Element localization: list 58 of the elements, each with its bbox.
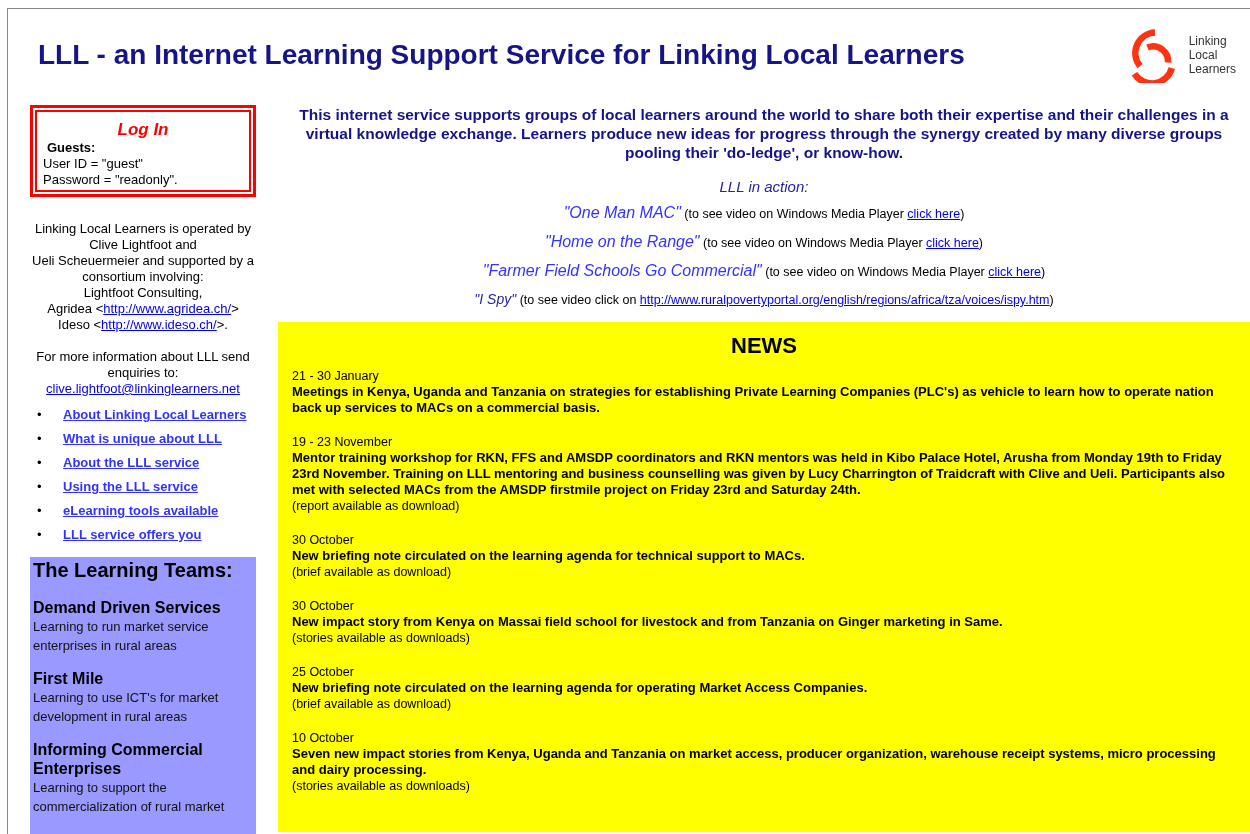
logo-text: Linking Local Learners xyxy=(1188,34,1236,76)
website-link[interactable]: http://www.ideso.ch/ xyxy=(101,317,217,332)
news-headline: New briefing note circulated on the learning agenda for technical support to MACs. xyxy=(292,548,806,564)
news-headline: New briefing note circulated on the learning agenda for operating Market Access Companies. xyxy=(292,680,869,696)
video-link[interactable]: click here xyxy=(907,207,961,221)
bullet: • xyxy=(37,431,43,447)
nav-link[interactable]: About the LLL service xyxy=(63,455,200,471)
video-entry: "Home on the Range" (to see video on Windows Media Player click here) xyxy=(544,232,984,252)
bullet: • xyxy=(37,407,43,423)
login-title[interactable]: Log In xyxy=(43,122,243,138)
team-name: Informing Commercial Enterprises xyxy=(33,740,204,778)
news-headline: Seven new impact stories from Kenya, Uganda and Tanzania on market access, producer organization, warehouse receipt systems, micro processing and dairy processing. xyxy=(292,746,1217,778)
news-note: (stories available as downloads) xyxy=(292,778,471,794)
video-link[interactable]: click here xyxy=(988,265,1042,279)
news-headline: New impact story from Kenya on Massai field school for livestock and from Tanzania on Ginger marketing in Same. xyxy=(292,614,1004,630)
nav-link[interactable]: About Linking Local Learners xyxy=(63,407,247,423)
email-link[interactable]: clive.lightfoot@linkinglearners.net xyxy=(46,381,240,396)
news-note: (brief available as download) xyxy=(292,696,453,712)
video-link[interactable]: click here xyxy=(926,236,979,250)
team-name: Demand Driven Services xyxy=(33,598,222,617)
news-headline: Meetings in Kenya, Uganda and Tanzania on strategies for establishing Private Learning Companies (PLC's) as vehicle to learn how to operate nation back up services to MACs on a commercial basis. xyxy=(292,384,1215,416)
video-entry: "One Man MAC" (to see video on Windows Media Player click here) xyxy=(562,203,966,223)
team-description: Learning to use ICT's for market development in rural areas xyxy=(33,689,220,726)
news-headline: Mentor training workshop for RKN, FFS and AMSDP coordinators and RKN mentors was held in Kibo Palace Hotel, Arusha from Monday 19th to Friday 23rd November. Training on LLL mentoring and business counselling was given by Lucy Charrington of Traidcraft with Clive and Ueli. Participants also met with selected MACs from the AMSDP firstmile project on Friday 23rd and Saturday 24th. xyxy=(292,450,1227,498)
video-link[interactable]: http://www.ruralpovertyportal.org/english/regions/africa/tza/voices/ispy.htm xyxy=(639,293,1050,307)
credential-text: User ID = "guest" xyxy=(43,156,144,172)
news-date: 30 October xyxy=(292,532,355,548)
team-description: Learning to run market service enterprises in rural areas xyxy=(33,618,210,655)
news-date: 10 October xyxy=(292,730,355,746)
guests-label: Guests: xyxy=(46,140,97,156)
news-date: 30 October xyxy=(292,598,355,614)
team-name: First Mile xyxy=(33,669,105,688)
website-link[interactable]: http://www.agridea.ch/ xyxy=(103,301,232,316)
news-date: 19 - 23 November xyxy=(292,434,394,450)
teams-heading: The Learning Teams: xyxy=(33,559,234,582)
team-description: Learning to support the commercialization of rural market xyxy=(33,779,226,816)
intro-text: This internet service supports groups of local learners around the world to share both their expertise and their challenges in a virtual knowledge exchange. Learners produce new ideas for progress through the synergy created by many diverse groups pooling their 'do-ledge', or know-how. xyxy=(298,105,1230,162)
video-entry: "Farmer Field Schools Go Commercial" (to see video on Windows Media Player click here) xyxy=(481,261,1047,281)
bullet: • xyxy=(37,527,43,543)
news-note: (brief available as download) xyxy=(292,564,453,580)
nav-link[interactable]: eLearning tools available xyxy=(63,503,219,519)
nav-link[interactable]: LLL service offers you xyxy=(63,527,202,543)
bullet: • xyxy=(37,503,43,519)
news-note: (stories available as downloads) xyxy=(292,630,471,646)
nav-link[interactable]: What is unique about LLL xyxy=(63,431,222,447)
bullet: • xyxy=(37,479,43,495)
page-title: LLL - an Internet Learning Support Service for Linking Local Learners xyxy=(38,39,965,71)
operator-note: Linking Local Learners is operated by Clive Lightfoot and Ueli Scheuermeier and supported by a consortium involving: Lightfoot Consulting, Agridea <http://www.agridea.ch/> Ideso <http://www.ideso.ch/>. xyxy=(31,221,255,333)
news-date: 25 October xyxy=(292,664,355,680)
news-note: (report available as download) xyxy=(292,498,461,514)
bullet: • xyxy=(37,455,43,471)
news-heading: NEWS xyxy=(730,338,798,354)
video-entry: "I Spy" (to see video click on http://www.ruralpovertyportal.org/english/regions/africa/tza/voices/ispy.htm) xyxy=(473,290,1055,309)
contact-note: For more information about LLL send enquiries to: clive.lightfoot@linkinglearners.net xyxy=(35,349,251,397)
news-date: 21 - 30 January xyxy=(292,368,380,384)
nav-link[interactable]: Using the LLL service xyxy=(63,479,198,495)
credential-text: Password = "readonly". xyxy=(43,172,179,188)
videos-heading: LLL in action: xyxy=(718,178,810,195)
